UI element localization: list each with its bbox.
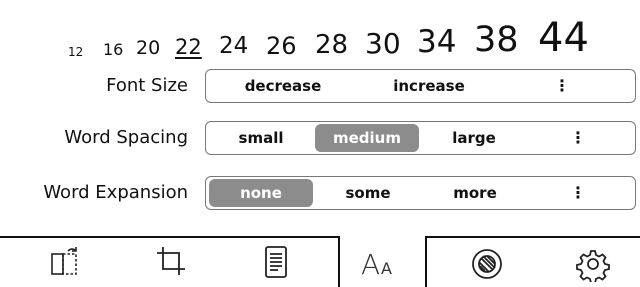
word-expansion-more-icon[interactable]: ⋮	[568, 177, 588, 209]
font-size-option[interactable]: 12	[68, 46, 83, 58]
font-size-option[interactable]: 16	[103, 42, 123, 58]
font-size-more-icon[interactable]: ⋮	[552, 70, 572, 102]
font-size-option[interactable]: 28	[315, 32, 348, 58]
decrease-button[interactable]: decrease	[228, 72, 338, 100]
font-size-scale: 12 16 20 22 24 26 28 30 34 38 44	[0, 0, 640, 70]
font-size-option[interactable]: 38	[474, 23, 519, 58]
page-rotate-icon[interactable]	[47, 242, 87, 282]
word-spacing-medium-option[interactable]: medium	[315, 124, 419, 152]
word-expansion-row: Word Expansion none some more ⋮	[0, 176, 640, 210]
word-expansion-more-option[interactable]: more	[423, 179, 527, 207]
settings-gear-icon[interactable]	[573, 242, 613, 284]
font-size-option[interactable]: 20	[136, 39, 160, 58]
increase-button[interactable]: increase	[374, 72, 484, 100]
font-size-option-current[interactable]: 22	[175, 37, 202, 58]
word-expansion-some-option[interactable]: some	[316, 179, 420, 207]
toolbar-divider	[425, 236, 640, 238]
font-size-option[interactable]: 44	[538, 18, 589, 58]
toolbar-divider	[425, 236, 427, 287]
toolbar-divider	[0, 236, 338, 238]
toolbar-divider	[338, 236, 340, 287]
font-size-option[interactable]: 34	[417, 27, 456, 58]
word-spacing-small-option[interactable]: small	[210, 124, 312, 152]
font-size-option[interactable]: 30	[365, 30, 401, 58]
font-size-option[interactable]: 26	[266, 34, 297, 58]
font-size-row: Font Size decrease increase ⋮	[0, 69, 640, 103]
font-size-label: Font Size	[106, 75, 188, 96]
font-large-a: A	[361, 248, 381, 281]
font-settings-icon[interactable]: A A	[361, 248, 411, 284]
font-size-control: decrease increase ⋮	[205, 69, 636, 103]
font-small-a: A	[381, 259, 392, 278]
word-expansion-label: Word Expansion	[43, 182, 188, 203]
word-spacing-large-option[interactable]: large	[422, 124, 526, 152]
word-expansion-control: none some more ⋮	[205, 176, 636, 210]
contrast-icon[interactable]	[467, 242, 507, 282]
word-spacing-row: Word Spacing small medium large ⋮	[0, 121, 640, 155]
word-spacing-more-icon[interactable]: ⋮	[568, 122, 588, 154]
word-spacing-label: Word Spacing	[64, 127, 188, 148]
crop-icon[interactable]	[151, 242, 191, 282]
bottom-toolbar: A A	[0, 236, 640, 287]
word-expansion-none-option[interactable]: none	[209, 179, 313, 207]
font-size-option[interactable]: 24	[219, 35, 248, 58]
document-icon[interactable]	[257, 242, 297, 282]
word-spacing-control: small medium large ⋮	[205, 121, 636, 155]
